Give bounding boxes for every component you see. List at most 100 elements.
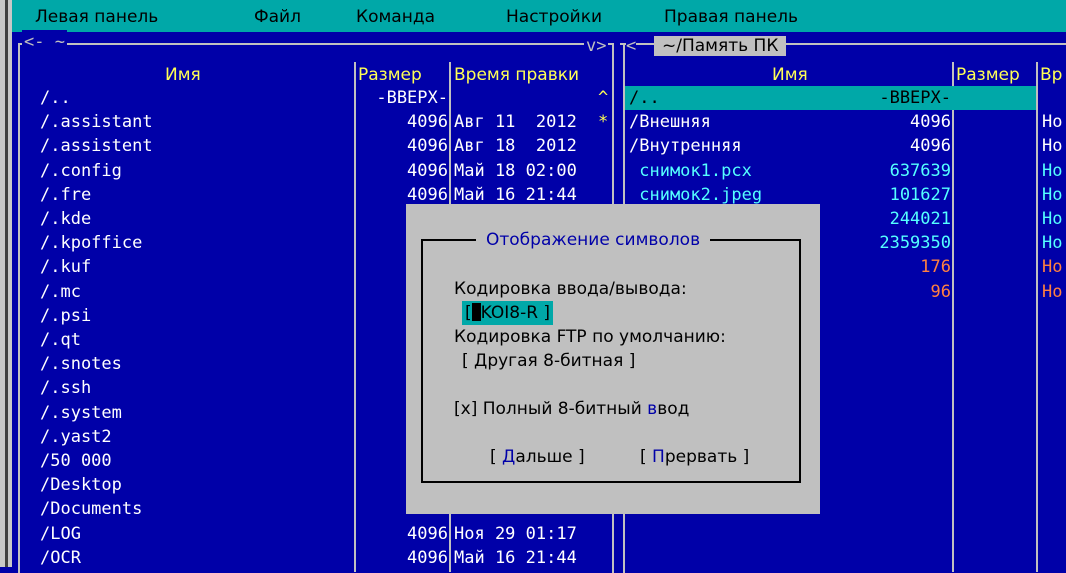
left-file-row[interactable]: /.assistent 4096 Авг 18 2012 xyxy=(20,134,612,158)
file-size: 637639 xyxy=(889,160,951,181)
file-name: /.kuf xyxy=(40,257,92,278)
menu-bar: Левая панель Файл Команда Настройки Прав… xyxy=(12,0,1066,32)
file-mtime: Но xyxy=(1042,233,1063,254)
file-name: /.yast2 xyxy=(40,426,112,447)
file-name: /.mc xyxy=(40,281,81,302)
file-size: 4096 xyxy=(407,547,448,568)
left-file-row[interactable]: /OCR 4096 Май 16 21:44 xyxy=(20,546,612,570)
file-mtime: Ноя 29 01:17 xyxy=(454,523,577,544)
display-charset-dialog: Отображение символов Кодировка ввода/выв… xyxy=(406,204,820,514)
full-8bit-input-checkbox[interactable]: [x] Полный 8-битный ввод xyxy=(454,397,689,421)
left-panel-scroll-indicator[interactable]: v> xyxy=(584,34,609,58)
file-size: 4096 xyxy=(407,160,448,181)
file-name: /.system xyxy=(40,402,122,423)
file-size: 96 xyxy=(930,281,951,302)
menu-file[interactable]: Файл xyxy=(254,7,301,27)
scroll-marker: ^ xyxy=(598,88,609,108)
left-panel-top-border xyxy=(18,43,614,45)
checkbox-text-tail: вод xyxy=(657,399,690,419)
file-name: /.. xyxy=(629,88,660,108)
file-size: 4096 xyxy=(407,112,448,133)
file-name: /Внешняя xyxy=(629,112,711,133)
file-name: /.kpoffice xyxy=(40,233,143,254)
dialog-title: Отображение символов xyxy=(476,228,711,252)
file-mtime: Но xyxy=(1042,184,1063,205)
file-name: /Documents xyxy=(40,499,143,520)
file-size: 176 xyxy=(920,257,951,278)
io-charset-button[interactable]: [ KOI8-R ] xyxy=(462,301,554,325)
right-panel-path[interactable]: ~/Память ПК xyxy=(654,36,787,56)
scroll-marker: * xyxy=(598,112,609,133)
file-name: /.qt xyxy=(40,330,81,350)
file-size: -BBEPX- xyxy=(376,88,448,108)
io-charset-bracket: [ xyxy=(465,303,472,323)
file-mtime: Май 16 21:44 xyxy=(454,547,577,568)
file-mtime: Но xyxy=(1042,257,1063,278)
io-charset-value: KOI8-R ] xyxy=(480,303,551,323)
right-file-row[interactable]: /Внешняя 4096 Но xyxy=(625,110,1066,134)
file-name: снимок1.pcx xyxy=(629,160,752,181)
file-size: 244021 xyxy=(889,209,951,229)
file-name: /LOG xyxy=(40,523,81,544)
file-name: /Desktop xyxy=(40,475,122,496)
file-name: /.assistent xyxy=(40,136,153,157)
file-mtime: Май 18 02:00 xyxy=(454,160,577,181)
right-file-row-selected[interactable]: /.. -BBEPX- xyxy=(625,86,1036,110)
file-size: -BBEPX- xyxy=(879,88,951,108)
file-mtime: Но xyxy=(1042,160,1063,181)
right-col-size-header[interactable]: Размер xyxy=(956,65,1020,85)
menu-settings[interactable]: Настройки xyxy=(506,7,602,27)
file-name: /50 000 xyxy=(40,451,112,471)
left-col-size-header[interactable]: Размер xyxy=(358,65,422,85)
left-file-row[interactable]: /.assistant 4096 Авг 11 2012 * xyxy=(20,110,612,134)
file-name: /.. xyxy=(40,88,71,108)
file-mtime: Авг 11 2012 xyxy=(454,112,577,133)
menu-left-panel[interactable]: Левая панель xyxy=(35,7,158,27)
right-panel-scroll-left[interactable]: < xyxy=(626,34,637,58)
io-charset-label: Кодировка ввода/вывода: xyxy=(454,279,687,299)
file-mtime: Но xyxy=(1042,209,1063,229)
right-file-row[interactable]: снимок1.pcx 637639 Но xyxy=(625,159,1066,183)
text-cursor xyxy=(471,303,481,321)
next-button[interactable]: [ Дальше ] xyxy=(490,445,585,469)
file-size: 101627 xyxy=(889,184,951,205)
abort-button[interactable]: [ Прервать ] xyxy=(640,445,749,469)
file-mtime: Но xyxy=(1042,112,1063,133)
next-bracket: [ xyxy=(490,447,503,467)
file-size: 4096 xyxy=(910,112,951,133)
left-file-row[interactable]: /.config 4096 Май 18 02:00 xyxy=(20,159,612,183)
window-left-border xyxy=(0,0,12,567)
left-file-row[interactable]: /.. -BBEPX- ^ xyxy=(20,86,612,110)
file-name: /.assistant xyxy=(40,112,153,133)
file-name: /Внутренняя xyxy=(629,136,742,157)
right-file-row[interactable]: /Внутренняя 4096 Но xyxy=(625,134,1066,158)
file-name: /.fre xyxy=(40,184,92,205)
file-mtime: Но xyxy=(1042,281,1063,302)
abort-label: рервать ] xyxy=(664,447,750,467)
file-name: /.snotes xyxy=(40,354,122,375)
file-mtime: Авг 18 2012 xyxy=(454,136,577,157)
next-label: альше ] xyxy=(515,447,585,467)
file-size: 4096 xyxy=(910,136,951,157)
left-panel-history-arrow[interactable]: <- ~ xyxy=(22,30,67,54)
next-hotkey: Д xyxy=(502,447,516,467)
file-size: 4096 xyxy=(407,523,448,544)
ftp-charset-label: Кодировка FTP по умолчанию: xyxy=(454,327,726,347)
abort-bracket: [ xyxy=(640,447,653,467)
file-mtime: Но xyxy=(1042,136,1063,157)
file-size: 2359350 xyxy=(879,233,951,254)
left-col-time-header[interactable]: Время правки xyxy=(454,65,579,85)
right-col-name-header[interactable]: Имя xyxy=(772,65,808,85)
file-size: 4096 xyxy=(407,136,448,157)
left-col-name-header[interactable]: Имя xyxy=(165,65,201,85)
left-file-row[interactable]: /LOG 4096 Ноя 29 01:17 xyxy=(20,522,612,546)
file-name: /.psi xyxy=(40,305,92,326)
menu-command[interactable]: Команда xyxy=(356,7,435,27)
right-col-time-header[interactable]: Вр xyxy=(1040,65,1062,85)
menu-right-panel[interactable]: Правая панель xyxy=(664,7,798,27)
ftp-charset-button[interactable]: [ Другая 8-битная ] xyxy=(462,349,635,373)
checkbox-text: [x] Полный 8-битный xyxy=(454,399,648,419)
file-name: /.kde xyxy=(40,209,92,229)
file-name: /.config xyxy=(40,160,122,181)
abort-hotkey: П xyxy=(652,447,665,467)
